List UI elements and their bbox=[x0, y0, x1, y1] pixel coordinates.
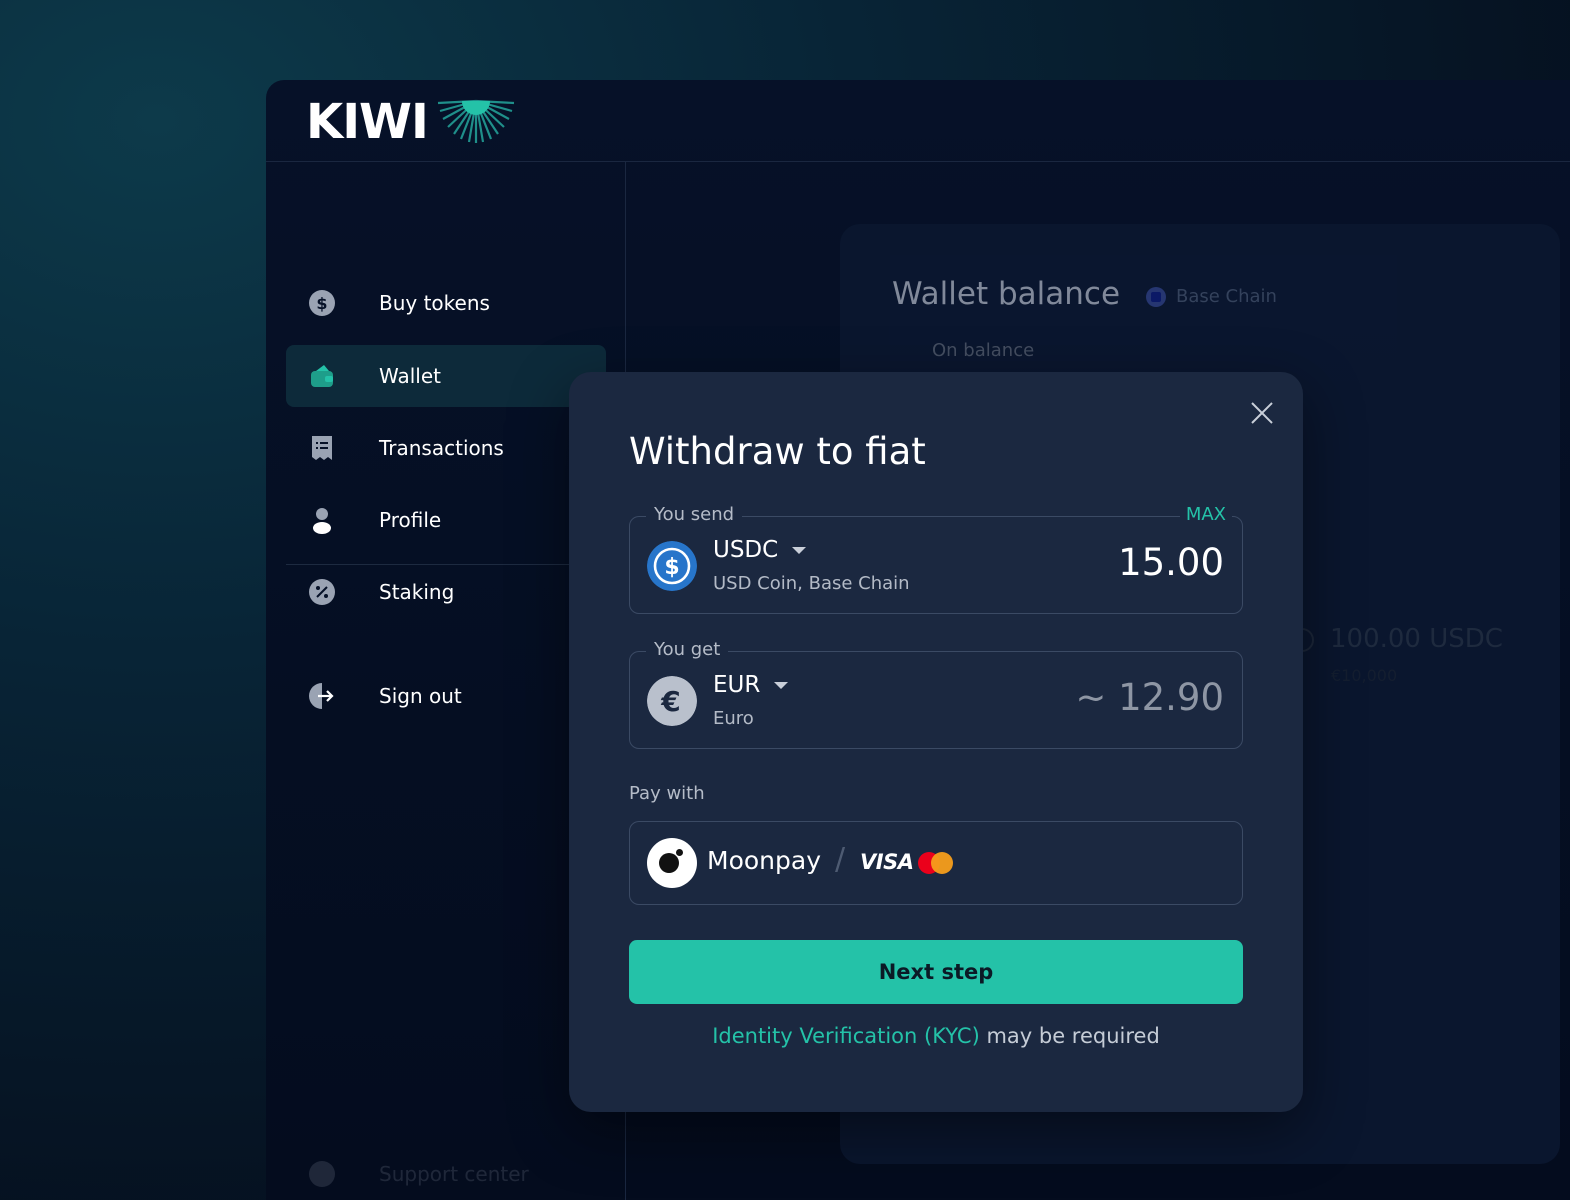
modal-title: Withdraw to fiat bbox=[629, 430, 926, 473]
percent-icon bbox=[308, 578, 336, 606]
sidebar-item-label: Buy tokens bbox=[379, 291, 490, 315]
pay-with-label: Pay with bbox=[629, 783, 705, 804]
logo[interactable]: KIWI bbox=[306, 98, 518, 146]
balance-amount: 100.00 USDC bbox=[1330, 624, 1503, 654]
sign-out-icon bbox=[308, 682, 336, 710]
get-currency-code: EUR bbox=[713, 672, 761, 698]
get-currency-name: Euro bbox=[713, 708, 754, 729]
sidebar-item-label: Wallet bbox=[379, 364, 442, 388]
wallet-balance-title: Wallet balance bbox=[892, 276, 1121, 312]
top-bar: KIWI bbox=[266, 80, 1570, 162]
sign-out-label: Sign out bbox=[379, 684, 462, 708]
payment-method-select[interactable]: Moonpay / VISA bbox=[629, 821, 1243, 905]
close-icon[interactable] bbox=[1245, 396, 1279, 430]
wallet-icon bbox=[308, 362, 336, 390]
chevron-down-icon bbox=[774, 681, 789, 689]
sidebar-item-staking[interactable]: Staking bbox=[286, 561, 606, 623]
kyc-notice: Identity Verification (KYC) may be requi… bbox=[569, 1024, 1303, 1048]
sidebar-item-label: Profile bbox=[379, 508, 442, 532]
get-field[interactable]: You get € EUR Euro ~ 12.90 bbox=[629, 639, 1243, 749]
user-icon bbox=[308, 506, 336, 534]
support-center-label: Support center bbox=[379, 1162, 529, 1186]
sidebar-item-label: Staking bbox=[379, 580, 455, 604]
chain-label: Base Chain bbox=[1176, 286, 1277, 307]
max-button[interactable]: MAX bbox=[1179, 504, 1232, 525]
support-center-link[interactable]: Support center bbox=[286, 1154, 606, 1194]
usdc-icon: $ bbox=[647, 541, 697, 591]
mastercard-icon bbox=[918, 852, 954, 874]
sidebar-divider bbox=[286, 564, 606, 565]
withdraw-modal: Withdraw to fiat You send MAX $ USDC USD… bbox=[569, 372, 1303, 1112]
kyc-link[interactable]: Identity Verification (KYC) bbox=[712, 1024, 980, 1048]
send-currency-name: USD Coin, Base Chain bbox=[713, 573, 910, 594]
sun-logo-icon bbox=[437, 99, 514, 143]
sign-out-button[interactable]: Sign out bbox=[286, 665, 606, 727]
send-currency-select[interactable]: USDC bbox=[713, 537, 807, 563]
euro-icon: € bbox=[647, 676, 697, 726]
dollar-coin-icon: $ bbox=[308, 289, 336, 317]
get-amount: ~ 12.90 bbox=[1075, 676, 1224, 719]
sidebar-item-buy-tokens[interactable]: $ Buy tokens bbox=[286, 272, 606, 334]
sidebar-item-profile[interactable]: Profile bbox=[286, 489, 606, 551]
svg-text:$: $ bbox=[664, 555, 679, 580]
svg-text:$: $ bbox=[316, 294, 327, 313]
get-currency-select[interactable]: EUR bbox=[713, 672, 789, 698]
logo-text: KIWI bbox=[306, 94, 429, 150]
payment-provider-name: Moonpay bbox=[707, 846, 821, 875]
next-step-button[interactable]: Next step bbox=[629, 940, 1243, 1004]
on-balance-label: On balance bbox=[932, 340, 1035, 361]
kyc-suffix: may be required bbox=[979, 1024, 1160, 1048]
svg-text:€: € bbox=[660, 685, 680, 718]
moonpay-icon bbox=[647, 838, 697, 888]
sidebar-item-label: Transactions bbox=[379, 436, 504, 460]
chain-badge: Base Chain bbox=[1146, 286, 1277, 307]
send-field[interactable]: You send MAX $ USDC USD Coin, Base Chain… bbox=[629, 504, 1243, 614]
send-currency-code: USDC bbox=[713, 537, 779, 563]
payment-separator: / bbox=[835, 842, 846, 877]
visa-icon: VISA bbox=[860, 850, 914, 874]
send-legend: You send bbox=[646, 504, 743, 525]
chevron-down-icon bbox=[792, 546, 807, 554]
sidebar-item-wallet[interactable]: Wallet bbox=[286, 345, 606, 407]
receipt-icon bbox=[308, 434, 336, 462]
sidebar-item-transactions[interactable]: Transactions bbox=[286, 417, 606, 479]
send-amount-input[interactable]: 15.00 bbox=[1118, 541, 1224, 584]
info-icon bbox=[308, 1160, 336, 1188]
base-chain-icon bbox=[1146, 286, 1166, 307]
get-legend: You get bbox=[646, 639, 729, 660]
balance-fiat: €10,000 bbox=[1331, 666, 1398, 685]
